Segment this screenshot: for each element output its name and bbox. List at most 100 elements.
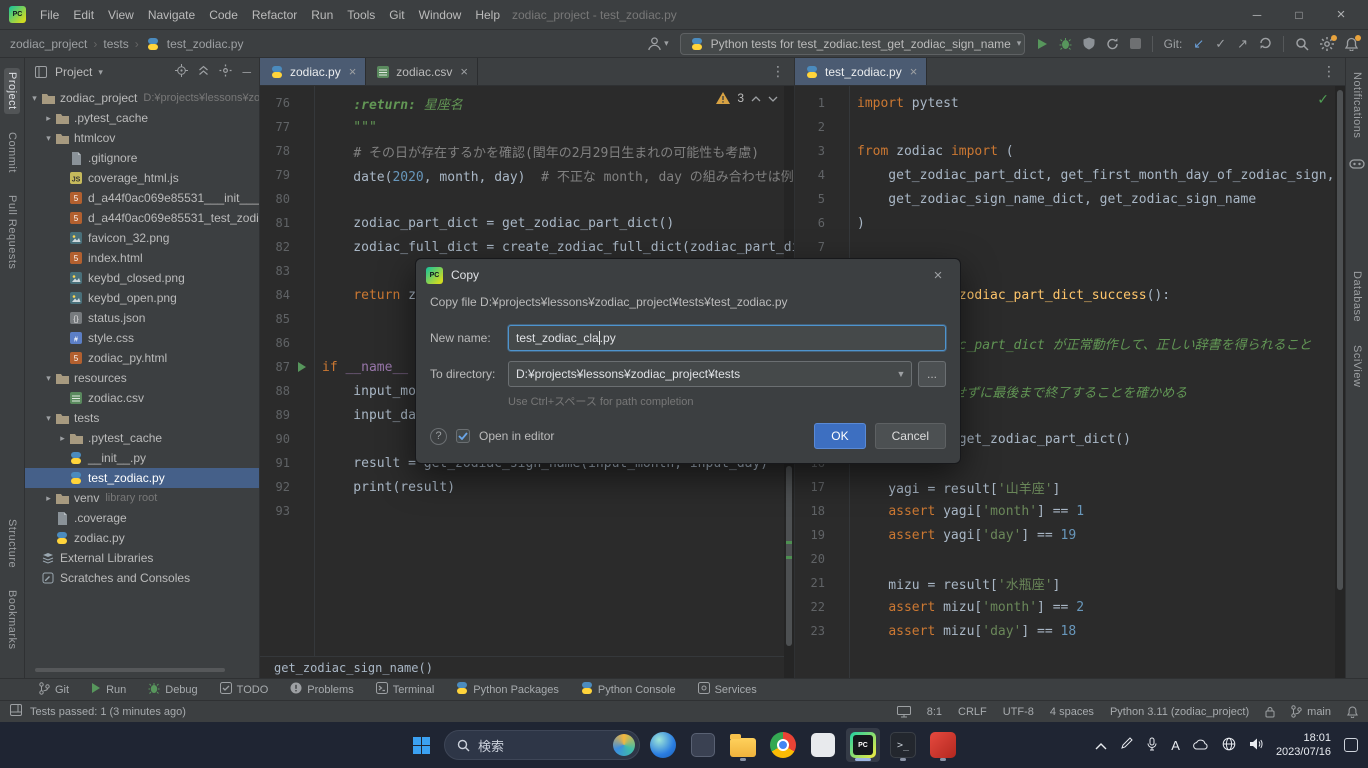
taskbar-app-terminal[interactable]: >_ (886, 728, 920, 762)
cursor-position[interactable]: 8:1 (927, 706, 942, 718)
line-number[interactable]: 89 (260, 408, 290, 422)
line-number[interactable]: 86 (260, 336, 290, 350)
code-line[interactable]: 19 assert yagi['day'] == 19 (795, 523, 1345, 547)
git-history-button[interactable] (1259, 37, 1272, 50)
status-message[interactable]: Tests passed: 1 (3 minutes ago) (30, 706, 186, 718)
line-number[interactable]: 79 (260, 168, 290, 182)
code-line[interactable]: 76 :return: 星座名 (260, 91, 794, 115)
chevron-down-icon[interactable]: ▼ (891, 362, 911, 386)
to-directory-combobox[interactable]: D:¥projects¥lessons¥zodiac_project¥tests… (508, 361, 912, 387)
code-line[interactable]: 82 zodiac_full_dict = create_zodiac_full… (260, 235, 794, 259)
breadcrumb-item[interactable]: test_zodiac.py (167, 37, 244, 51)
menu-code[interactable]: Code (202, 8, 245, 22)
editor-scrollbar[interactable] (1335, 86, 1345, 678)
editor-tab-test_zodiac.py[interactable]: test_zodiac.py× (795, 58, 927, 85)
line-number[interactable]: 3 (795, 144, 825, 158)
line-number[interactable]: 92 (260, 480, 290, 494)
code-with-me-button[interactable] (897, 706, 911, 718)
taskbar-app-red[interactable] (926, 728, 960, 762)
line-number[interactable]: 84 (260, 288, 290, 302)
line-number[interactable]: 7 (795, 240, 825, 254)
toolstrip-database[interactable]: Database (1349, 267, 1365, 326)
git-branch-widget[interactable]: main (1291, 705, 1331, 718)
code-line[interactable]: 17 yagi = result['山羊座'] (795, 475, 1345, 499)
ok-button[interactable]: OK (814, 423, 865, 449)
github-copilot-icon[interactable] (1349, 156, 1365, 177)
code-line[interactable]: 80 (260, 187, 794, 211)
panel-options-button[interactable] (219, 64, 232, 80)
toolwindow-run[interactable]: Run (80, 679, 137, 700)
tree-toggle-icon[interactable]: ▾ (43, 373, 54, 384)
toolwindow-todo[interactable]: TODO (209, 679, 280, 700)
collapse-all-button[interactable] (198, 65, 209, 79)
taskbar-app-explorer[interactable] (726, 728, 760, 762)
tree-item-__init__.py[interactable]: __init__.py (25, 448, 259, 468)
menu-tools[interactable]: Tools (340, 8, 382, 22)
toolwindow-problems[interactable]: Problems (279, 679, 364, 700)
tree-item-test_zodiac.py[interactable]: test_zodiac.py (25, 468, 259, 488)
locate-file-button[interactable] (175, 64, 188, 80)
line-number[interactable]: 83 (260, 264, 290, 278)
settings-button[interactable] (1320, 37, 1334, 51)
cancel-button[interactable]: Cancel (875, 423, 946, 449)
code-line[interactable]: 5 get_zodiac_sign_name_dict, get_zodiac_… (795, 187, 1345, 211)
hide-panel-button[interactable]: ─ (242, 65, 251, 79)
taskbar-search-box[interactable]: 検索 (444, 730, 640, 760)
code-line[interactable]: 21 mizu = result['水瓶座'] (795, 571, 1345, 595)
toolstrip-sciview[interactable]: SciView (1349, 341, 1365, 391)
run-configuration-select[interactable]: Python tests for test_zodiac.test_get_zo… (680, 33, 1025, 55)
code-line[interactable]: 4 get_zodiac_part_dict, get_first_month_… (795, 163, 1345, 187)
line-separator[interactable]: CRLF (958, 706, 987, 718)
next-issue-button[interactable] (768, 91, 778, 105)
line-number[interactable]: 23 (795, 624, 825, 638)
editor-tab-zodiac.py[interactable]: zodiac.py× (260, 58, 366, 85)
menu-edit[interactable]: Edit (66, 8, 101, 22)
status-notifications-icon[interactable] (1347, 706, 1358, 718)
tree-item-venv[interactable]: ▸venvlibrary root (25, 488, 259, 508)
microphone-icon[interactable] (1146, 737, 1158, 754)
line-number[interactable]: 85 (260, 312, 290, 326)
tree-item-favicon_32.png[interactable]: favicon_32.png (25, 228, 259, 248)
toolstrip-structure[interactable]: Structure (4, 515, 20, 572)
line-number[interactable]: 90 (260, 432, 290, 446)
python-interpreter[interactable]: Python 3.11 (zodiac_project) (1110, 706, 1249, 718)
tree-item-status.json[interactable]: {}status.json (25, 308, 259, 328)
tree-item-resources[interactable]: ▾resources (25, 368, 259, 388)
search-highlight-icon[interactable] (613, 734, 635, 756)
tree-item-Scratches and Consoles[interactable]: Scratches and Consoles (25, 568, 259, 588)
tree-item-index.html[interactable]: 5index.html (25, 248, 259, 268)
file-encoding[interactable]: UTF-8 (1003, 706, 1034, 718)
tab-options-icon[interactable]: ⋮ (1313, 58, 1345, 85)
tree-item-tests[interactable]: ▾tests (25, 408, 259, 428)
line-number[interactable]: 19 (795, 528, 825, 542)
menu-git[interactable]: Git (382, 8, 411, 22)
tree-toggle-icon[interactable]: ▾ (43, 413, 54, 424)
tree-toggle-icon[interactable]: ▾ (29, 93, 40, 104)
toolstrip-notifications[interactable]: Notifications (1349, 68, 1365, 142)
coverage-button[interactable] (1083, 37, 1095, 50)
toolstrip-commit[interactable]: Commit (4, 128, 20, 177)
notifications-button[interactable] (1345, 37, 1358, 51)
tree-toggle-icon[interactable]: ▾ (43, 133, 54, 144)
code-line[interactable]: 18 assert yagi['month'] == 1 (795, 499, 1345, 523)
line-number[interactable]: 80 (260, 192, 290, 206)
scrollbar-thumb[interactable] (1337, 90, 1343, 590)
start-button[interactable] (404, 728, 438, 762)
taskbar-app-chrome[interactable] (766, 728, 800, 762)
toolwindow-python-console[interactable]: Python Console (570, 679, 687, 700)
code-line[interactable]: 92 print(result) (260, 475, 794, 499)
code-line[interactable]: 93 (260, 499, 794, 523)
tree-toggle-icon[interactable]: ▸ (57, 433, 68, 444)
tree-toggle-icon[interactable]: ▸ (43, 493, 54, 504)
git-update-button[interactable]: ↙ (1193, 36, 1204, 52)
code-line[interactable]: 22 assert mizu['month'] == 2 (795, 595, 1345, 619)
tree-item-.gitignore[interactable]: .gitignore (25, 148, 259, 168)
toolstrip-bookmarks[interactable]: Bookmarks (4, 586, 20, 654)
tab-close-icon[interactable]: × (910, 65, 918, 78)
code-line[interactable]: 6) (795, 211, 1345, 235)
toolwindow-terminal[interactable]: Terminal (365, 679, 446, 700)
line-number[interactable]: 17 (795, 480, 825, 494)
code-line[interactable]: 77 """ (260, 115, 794, 139)
close-button[interactable]: × (1320, 0, 1362, 30)
maximize-button[interactable]: □ (1278, 0, 1320, 30)
